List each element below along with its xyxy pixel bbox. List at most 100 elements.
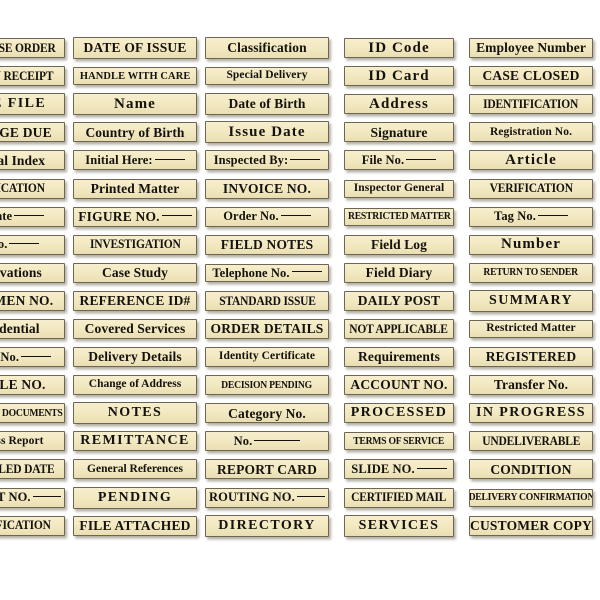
label-row: Identity Certificate: [202, 343, 332, 371]
label-sticker[interactable]: PURCHASE ORDER: [0, 38, 65, 59]
label-sticker[interactable]: Special Delivery: [205, 67, 329, 86]
label-row: Inspector General: [334, 174, 464, 202]
label-sticker[interactable]: INVOICE NO.: [205, 178, 329, 199]
label-sticker[interactable]: Ref No.: [0, 234, 65, 255]
label-sticker[interactable]: PROCESSED: [344, 403, 454, 424]
label-sticker[interactable]: Issue Date: [205, 121, 329, 144]
label-sticker[interactable]: Field Diary: [344, 262, 454, 283]
label-sticker[interactable]: RETURN TO SENDER: [469, 262, 593, 283]
label-sticker[interactable]: Catalog No.: [0, 347, 65, 368]
label-sticker[interactable]: CLASSIFICATION: [0, 515, 65, 536]
label-sticker[interactable]: FIELD NOTES: [205, 234, 329, 255]
label-sticker[interactable]: REPORT CARD: [205, 459, 329, 480]
label-sticker[interactable]: REGISTERED: [469, 347, 593, 368]
label-sticker[interactable]: VERIFICATION: [469, 178, 593, 199]
label-text: ID Code: [368, 39, 430, 56]
label-sticker[interactable]: Tag No.: [469, 206, 593, 227]
label-sticker[interactable]: SPECIMEN NO.: [0, 290, 65, 311]
label-sticker[interactable]: POSTAGE DUE: [0, 122, 65, 143]
label-row: SCHEDULED DATE: [0, 455, 68, 483]
label-sticker[interactable]: TERMS OF SERVICE: [344, 432, 454, 451]
label-sticker[interactable]: ID Card: [344, 66, 454, 87]
label-sticker[interactable]: Transfer No.: [469, 375, 593, 396]
label-sticker[interactable]: SCHEDULED DATE: [0, 459, 65, 480]
label-sticker[interactable]: SUMMARY: [469, 289, 593, 312]
label-sticker[interactable]: DELIVERY CONFIRMATION: [469, 488, 593, 507]
label-sticker[interactable]: CONDITION: [469, 459, 593, 480]
label-sticker[interactable]: Category No.: [205, 403, 329, 424]
label-sticker[interactable]: Telephone No.: [205, 263, 329, 282]
label-sticker[interactable]: FIGURE NO.: [73, 206, 197, 227]
label-sticker[interactable]: PENDING: [73, 486, 197, 509]
label-sticker[interactable]: ID Code: [344, 38, 454, 59]
label-sticker[interactable]: No.: [205, 431, 329, 452]
label-sticker[interactable]: NOTES: [73, 402, 197, 425]
label-sticker[interactable]: HANDLE WITH CARE: [73, 67, 197, 86]
label-sticker[interactable]: SERVICES: [344, 514, 454, 537]
label-sticker[interactable]: RESTRICTED MATTER: [344, 207, 454, 226]
label-sticker[interactable]: Registration No.: [469, 122, 593, 143]
label-sticker[interactable]: DIRECTORY: [205, 514, 329, 537]
label-sticker[interactable]: DAILY POST: [344, 290, 454, 311]
label-sticker[interactable]: Order No.: [205, 206, 329, 227]
label-sticker[interactable]: Restricted Matter: [469, 319, 593, 338]
label-sticker[interactable]: REFERENCE ID#: [73, 290, 197, 311]
label-sticker[interactable]: SLIDE NO.: [344, 459, 454, 480]
label-sticker[interactable]: CASE FILE: [0, 93, 65, 116]
label-sticker[interactable]: DECISION PENDING: [205, 375, 329, 396]
label-sticker[interactable]: Classification: [205, 37, 329, 60]
label-sticker[interactable]: Article: [469, 150, 593, 171]
label-sticker[interactable]: File No.: [344, 150, 454, 171]
label-sticker[interactable]: Name: [73, 93, 197, 116]
label-sticker[interactable]: ACCOUNT NO.: [344, 375, 454, 396]
label-sticker[interactable]: Initial Here:: [73, 150, 197, 171]
label-sticker[interactable]: RETURN RECEIPT: [0, 66, 65, 87]
label-sticker[interactable]: Case Study: [73, 262, 197, 283]
label-sticker[interactable]: ORDER DETAILS: [205, 318, 329, 339]
label-sticker[interactable]: DATE OF ISSUE: [73, 37, 197, 60]
label-sticker[interactable]: IN PROGRESS: [469, 403, 593, 424]
label-sticker[interactable]: Observations: [0, 262, 65, 283]
label-sticker[interactable]: Change of Address: [73, 375, 197, 396]
label-sticker[interactable]: Identity Certificate: [205, 347, 329, 368]
label-sticker[interactable]: Country of Birth: [73, 122, 197, 143]
label-sticker[interactable]: REMITTANCE: [73, 431, 197, 452]
label-row: Due Date: [0, 203, 68, 231]
label-sticker[interactable]: VERIFICATION: [0, 178, 65, 199]
label-sticker[interactable]: Delivery Details: [73, 347, 197, 368]
label-sticker[interactable]: Covered Services: [73, 318, 197, 339]
label-sticker[interactable]: Address: [344, 94, 454, 115]
label-sticker[interactable]: Inspector General: [344, 179, 454, 198]
label-text: Category No.: [228, 405, 306, 421]
label-sticker[interactable]: Date of Birth: [205, 93, 329, 116]
label-sticker[interactable]: SAMPLE NO.: [0, 375, 65, 396]
label-row: ACCOUNT NO.: [334, 371, 464, 399]
label-row: PENDING: [70, 484, 200, 512]
label-sticker[interactable]: Printed Matter: [73, 178, 197, 199]
label-sticker[interactable]: CASE CLOSED: [469, 66, 593, 87]
label-sticker[interactable]: Inspected By:: [205, 150, 329, 171]
label-sticker[interactable]: ROUTING NO.: [205, 487, 329, 508]
label-sticker[interactable]: CERTIFIED MAIL: [344, 487, 454, 508]
label-sticker[interactable]: FILE ATTACHED: [73, 515, 197, 536]
label-sticker[interactable]: STANDARD ISSUE: [205, 290, 329, 311]
label-sticker[interactable]: Number: [469, 234, 593, 255]
label-sticker[interactable]: Signature: [344, 122, 454, 143]
label-sticker[interactable]: General References: [73, 459, 197, 480]
label-sticker[interactable]: CUSTOMER COPY: [469, 515, 593, 536]
label-sticker[interactable]: Due Date: [0, 206, 65, 227]
label-sticker[interactable]: Field Log: [344, 234, 454, 255]
label-sticker[interactable]: IDENTIFICATION: [469, 94, 593, 115]
label-sticker[interactable]: Progress Report: [0, 431, 65, 452]
label-row: REGISTERED: [466, 343, 596, 371]
label-sticker[interactable]: NOT APPLICABLE: [344, 318, 454, 339]
label-sticker[interactable]: Confidential: [0, 318, 65, 339]
label-sticker[interactable]: Employee Number: [469, 38, 593, 59]
label-sticker[interactable]: IMPORTANT DOCUMENTS: [0, 403, 65, 424]
label-sticker[interactable]: REQUEST NO.: [0, 487, 65, 508]
label-sticker[interactable]: General Index: [0, 150, 65, 171]
label-sticker[interactable]: INVESTIGATION: [73, 234, 197, 255]
label-row: Inspected By:: [202, 146, 332, 174]
label-sticker[interactable]: UNDELIVERABLE: [469, 431, 593, 452]
label-sticker[interactable]: Requirements: [344, 347, 454, 368]
